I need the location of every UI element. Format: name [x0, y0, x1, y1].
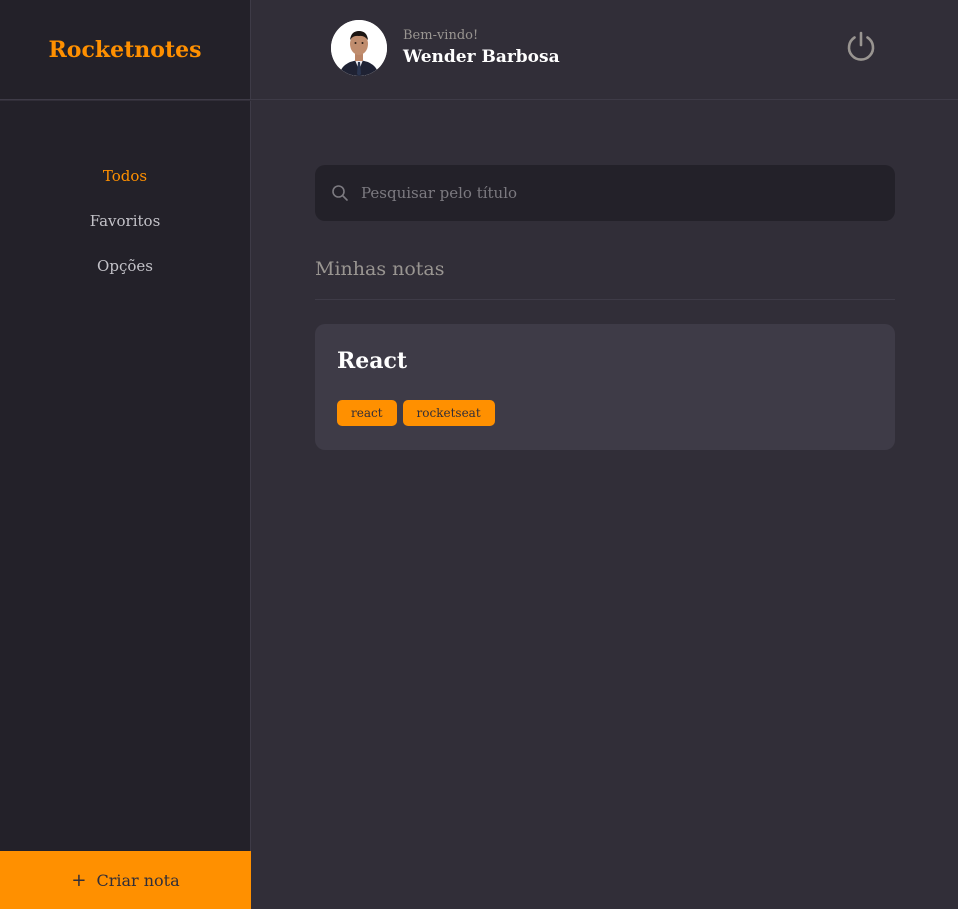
- section-title: Minhas notas: [315, 258, 895, 300]
- plus-icon: +: [71, 869, 87, 891]
- brand-logo-text: Rocketnotes: [48, 36, 202, 63]
- welcome-text: Bem-vindo!: [403, 28, 479, 43]
- create-note-label: Criar nota: [96, 870, 180, 890]
- note-tags: react rocketseat: [337, 400, 873, 426]
- search-icon: [332, 185, 348, 201]
- search-input[interactable]: [361, 184, 881, 202]
- tag: react: [337, 400, 397, 426]
- search-bar: [315, 165, 895, 221]
- header: Bem-vindo! Wender Barbosa: [251, 0, 958, 100]
- user-profile[interactable]: Bem-vindo! Wender Barbosa: [331, 20, 560, 76]
- power-icon: [847, 31, 875, 61]
- avatar: [331, 20, 387, 76]
- tag: rocketseat: [402, 400, 495, 426]
- menu-item-opcoes[interactable]: Opções: [0, 255, 250, 300]
- create-note-button[interactable]: + Criar nota: [0, 851, 251, 909]
- sidebar-menu: Todos Favoritos Opções: [0, 101, 251, 851]
- brand-area: Rocketnotes: [0, 0, 251, 100]
- menu-item-favoritos[interactable]: Favoritos: [0, 210, 250, 255]
- note-title: React: [337, 348, 408, 374]
- logout-button[interactable]: [843, 28, 879, 64]
- menu-item-todos[interactable]: Todos: [0, 165, 250, 210]
- username: Wender Barbosa: [403, 47, 560, 67]
- note-card[interactable]: React react rocketseat: [315, 324, 895, 450]
